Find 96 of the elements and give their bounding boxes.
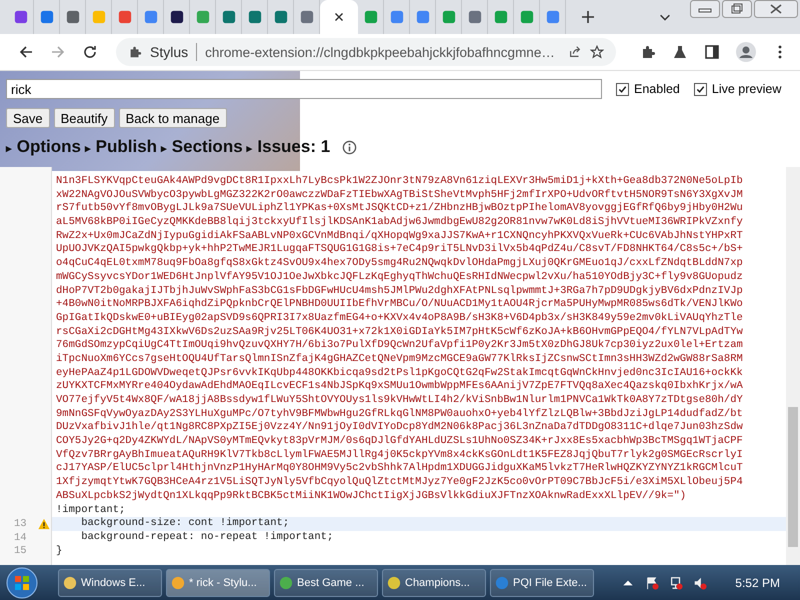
taskbar-button[interactable]: Champions...: [382, 568, 486, 596]
site-icon: [546, 10, 560, 24]
address-bar[interactable]: Stylus chrome-extension://clngdbkpkpeebahjckkjfobafhncgmne…: [116, 38, 616, 66]
code-line: COY5Jy2G+q2Dy4ZKWYdL/NApVS0yMTmEQvkyt83pVrMJM/0s6qDJlGfdYAHLdUZSLs1UhNo0SZ34K+rJxx8Es5xacbhWp3BcTMSgq1WTjaCPF: [55, 435, 744, 449]
action-button[interactable]: Save: [6, 108, 50, 128]
code-line: UpUOJVKzQAI5pwkgQkbp+yk+hhP2TwMEJR1LugqaFTSQUG1G1G8is+7eC4p9riT5LNvD3ilVx5b4qPdZ4u/C8svT/FD8NHKT64/C8s5c+/bS+: [55, 243, 744, 257]
back-icon[interactable]: [18, 44, 34, 60]
side-panel-icon[interactable]: [704, 44, 720, 60]
site-icon: [248, 10, 262, 24]
line-number: 13: [14, 518, 27, 530]
action-button[interactable]: Back to manage: [118, 108, 227, 128]
site-icon: [66, 10, 80, 24]
code-line: N1n3FLSYKVqpCteuGAk4AWPd9vgDCt8R1IpxxLh7LyBcsPk1W2ZJOnr3tN79zA8Vn61ziqLEXVr3Hw5miD1j+kXth+Gea8db372N0Ne5oLpIb: [55, 175, 744, 189]
code-line: VO77ejfyV5t4Wx8QF/wA18jjA8Bssdyw1fLWuY5ShtOVYOUys1ls9kVHwWtLI4h2/kViSnbBw1Nlurlm1PNVCa1WkTk0A8Y7zTDtgse80h/dY: [55, 394, 744, 408]
code-line: rsCGaXi2cDGHtMg43IXkwV6Ds2uzSAa9Rjv25LT06K4UO31+x72k1X0iGDIaYk5IM7pHtK5cWf6zKoJA+kB6OHvmGPpEQO4/fYLN7VLpAdTYw: [55, 326, 744, 339]
scrollbar-thumb[interactable]: [788, 407, 798, 547]
code-line: xW22NAgVOJOuSVWbycO3pywbLgMGZ322K2rO0awczzWDaFzTIEbwXAgTBiStSheVtMvph5HFj2mfIrXPO+UdvORftvtH5NOR9TsN6Y3XgXvJM: [55, 188, 744, 202]
code-line: zUYKXTCFMxMYRre404OydawAdEhdMAOEqILcvECF1s4NbJSpKq9xSMUu1OwmbWppMFEs6AAnijV7ZpE7FTVQq8aXec4Qazskq0IbxhKrjx/wA: [55, 380, 744, 394]
site-icon: [196, 10, 210, 24]
puzzle-icon[interactable]: [640, 44, 656, 60]
code-line: }: [55, 544, 64, 558]
code-line: eyHePAaZ4p1LGDOWVDweqetQJPsr6vvkIKqUbp448OKKbicqa9sd2tPsl1pKgoCQtG2qFw2StakImcqtGqWnCkHnvjed0nc3IcIAU16+ockKk: [55, 366, 744, 380]
code-line: rS7futb50vYf8mvOBygLJLk9a7SUeVULiphZl1YPKas+0XsMtJSQKtCD+z1/ZHbnzHBjwBOztpPIhelomAV8yovggjEGfRfQ6by9jHby0H2Wu: [55, 202, 744, 216]
site-icon: [468, 10, 482, 24]
code-line: o4qCuC4qEL0txmM78uq9FbOa8gfqS8xGktz4SvOU9x4hex7ODy5smg4Ru2NQwqkDvlOHdaPmgjLXuj0QKrGMEuo1qJ/cxxLfZNdqtBLddN7xp: [55, 257, 744, 271]
url-text: chrome-extension://clngdbkpkpeebahjckkjfobafhncgmne…: [205, 44, 556, 60]
site-icon: [14, 10, 28, 24]
site-icon: [416, 10, 430, 24]
section-toggle[interactable]: ▸ Options: [6, 137, 81, 157]
code-line: 76mGdSOmzypCqiUgC4TtImOUqi9hvQzuvQXHY7H/6bi3o7PulXfD9QcWn2UfaVpfi1P0y2Kr3Jm5tX0zDhGJ8Uk7cp30iyz2ux0lel+Ertzam: [55, 339, 744, 353]
app-icon: [387, 576, 401, 590]
site-label: Stylus: [150, 44, 188, 60]
start-button[interactable]: [6, 566, 38, 598]
code-line: iTpcNuoXm6YCcs7gseHtOQU4UfTarsQlmnISnZfajK4gGHAZCetQNeVpm9MzcMGCE9aGW77KlRksIjZCsnwSCtImn3sHH3WZd2wGW88rSa8RM: [55, 352, 744, 367]
speaker-icon[interactable]: [693, 576, 708, 590]
section-toggle[interactable]: ▸ Issues: 1: [246, 137, 330, 157]
warning-icon: [38, 518, 50, 530]
site-icon: [520, 10, 534, 24]
app-icon: [171, 576, 185, 590]
code-line: !important;: [55, 504, 126, 517]
star-icon[interactable]: [590, 45, 604, 59]
flag-icon[interactable]: [645, 576, 660, 590]
site-icon: [364, 10, 378, 24]
code-line: GpIGatIkQDskwE0+uBIEyg02apSVD9s6QPRI3I7x8UazfmEG4+o+KXVx4v4oP8A9B/sH3K8+V6D4pb3x/sH3K849y59e2mv0kLiVAUqYhzTle: [55, 312, 744, 326]
reload-icon[interactable]: [82, 44, 98, 60]
code-line: 9mNnGSFqVywOyazDAy2S3YLHuXguMPc/O7tyhV9BFMWbwHgu2GfRLkqGlNM8PW0auohxO+yeb4lYfZlzLQBlw+3BbdJziJgLP14dudfadZ/bt: [55, 408, 744, 421]
site-icon: [118, 10, 132, 24]
minimize-icon[interactable]: [690, 0, 720, 18]
site-icon: [144, 10, 158, 24]
code-line: cJ17YASP/ElUC5clprl4HthjnVnzP1HyHArMq0Y8OHM9Vy5c2vbShhk7AlHpdm1XDUGGJidguXKaM5lvkzT7HeRlwHQZKYZYNYZ1kRGCMlcuT: [55, 462, 744, 476]
taskbar-button[interactable]: Best Game ...: [274, 568, 378, 596]
code-line: ABSuXLpcbkS2jWydtQn1XLkqqPp9RktBCBK5ctMiiNK1WOwJChctIigXjJGBsVlkkGdiuXJFTnzXOAknwRadExxXLlpEV//9k="): [55, 490, 688, 504]
code-line: dHoP7VT2b0gakajIJTbjhJuWvSWphFaS3bCG1sFbDGFwHUcU4msh5JMlPWu2dghXFAtPNLsqlpwmmtJ+3RGa7h7pD9UDgkjyBV6dxPdnzIVJp: [55, 284, 744, 298]
site-icon: [92, 10, 106, 24]
new-tab-icon[interactable]: [580, 9, 596, 25]
puzzle-icon: [128, 45, 142, 59]
app-icon: [63, 576, 77, 590]
checkbox-label: Live preview: [712, 82, 782, 96]
line-number: 15: [14, 545, 27, 558]
info-icon[interactable]: [342, 140, 358, 154]
restore-icon[interactable]: [722, 0, 752, 18]
code-line: +4B0wN0itNoMRPBJXFA6iqhdZiPQpknbCrQElPNBHD0UUIIbEfhVrMBCu/O/NUuACD1My1tAOU4RjcrMa5PUHyMwpMR085ws6dTk/VENJlKWo: [55, 298, 744, 312]
site-icon: [442, 10, 456, 24]
taskbar-button[interactable]: PQI File Exte...: [490, 568, 594, 596]
flask-icon[interactable]: [672, 44, 688, 60]
site-icon: [170, 10, 184, 24]
line-number: 14: [14, 532, 27, 544]
style-name-field[interactable]: rick: [6, 79, 602, 99]
checkbox-label: Enabled: [634, 82, 680, 96]
site-icon: [390, 10, 404, 24]
site-icon: [40, 10, 54, 24]
section-toggle[interactable]: ▸ Publish: [84, 137, 158, 157]
code-line: RwZ2x+Ux0mJCaZdNjIypuGgidiAkFSaABLvNP0xGCVnMdBnqi/qXHopqWg9xaJJS7KwA+r1CXNQncyhPKXVQxVueRk+CUc6VAbJhNstYHPxRT: [55, 230, 744, 243]
code-line: mWGCySsyvcsYDor1WED6HtJnplVfAY95V1OJ1OeJwXbkcJQFLzKqEghyqThWchuQEsRHIdNWecpwl2vXu/ha510YOdBjy3C+fly9v8GUopudz: [55, 270, 744, 285]
site-icon: [300, 10, 314, 24]
taskbar-button[interactable]: * rick - Stylu...: [166, 568, 270, 596]
section-toggle[interactable]: ▸ Sections: [161, 137, 243, 157]
app-icon: [495, 576, 509, 590]
clock: 5:52 PM: [735, 576, 780, 590]
site-icon: [494, 10, 508, 24]
enabled-checkbox[interactable]: [616, 82, 629, 96]
code-line: DUzVxafbivJ1hle/qt1Ng8RC8PXpZI5Ej0Vzz4Y/Nn91jOyI0dVIYoDcp8YdM2N06k8Pacj36L3nZnaDa7dTDDgO8311C+dlqe7Jun03hzSdw: [55, 421, 744, 435]
taskbar-button[interactable]: Windows E...: [58, 568, 162, 596]
code-line: VfQzv7BRrgAyBhImueatAQuRH9KlV7Tkb8cLlymlFWAE5MJllRg4j0K5ckpYVm8x4ckKsGOnLdt1K5FEZ8JqjQbuT7rlyk2g0SMGEcRscrlyI: [55, 448, 744, 462]
close-icon[interactable]: [754, 0, 798, 18]
network-icon[interactable]: [669, 576, 684, 590]
code-line: background-repeat: no-repeat !important;: [80, 530, 334, 545]
site-icon: [222, 10, 236, 24]
share-icon[interactable]: [568, 45, 582, 59]
action-button[interactable]: Beautify: [54, 108, 115, 128]
app-icon: [279, 576, 293, 590]
live-preview-checkbox[interactable]: [694, 82, 707, 96]
code-line: aL5MV68kBP0iIGeCyzQMKKdeBB8lqij3tckxyUfIlsjlKDSAnK1abAdjw6JwmdbgEwU82g2OR81nvw7wK0Ld8iSjhVVtueMI36WRIPkVZxnfy: [55, 216, 744, 230]
site-icon: [274, 10, 288, 24]
code-line: 1XfjzymqtYtwK7GQB3HCeA4rz1V5LiSQTJyNly5VfbCqyolQuQlZtctMtMJyz7Ye0gF2JzK5co0vOrPT09C7BbJcF5i/e3XiM5XLlObeuj5P4: [55, 476, 744, 490]
avatar-icon[interactable]: [736, 42, 756, 62]
